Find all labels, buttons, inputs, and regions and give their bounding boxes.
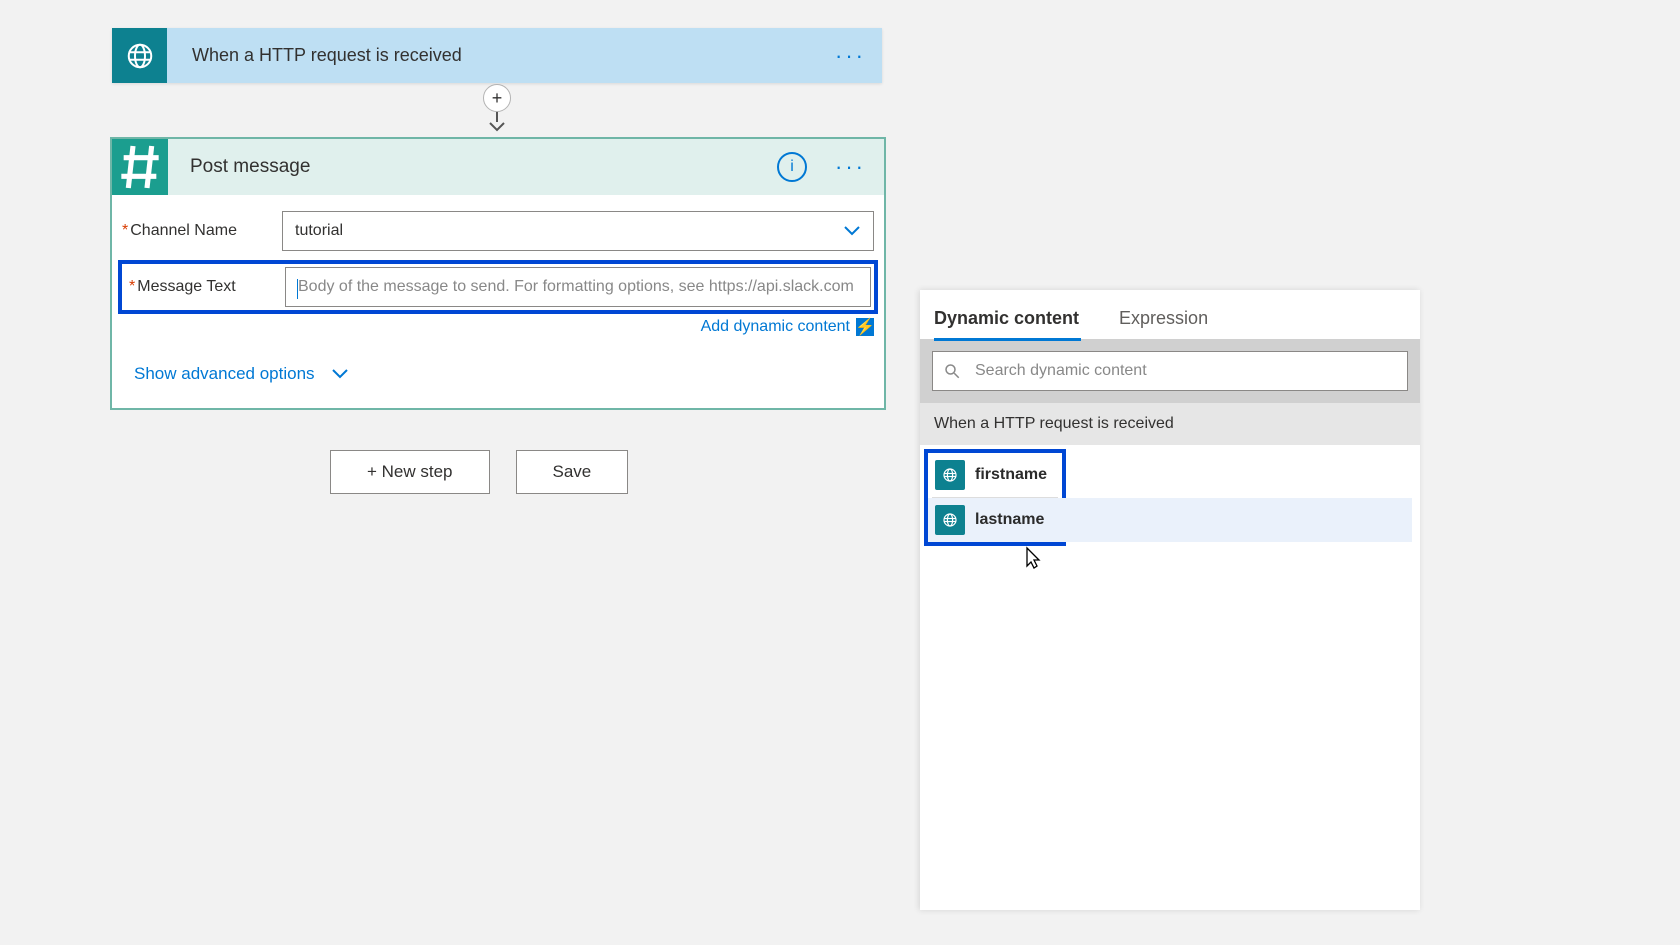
- dc-group-header: When a HTTP request is received: [920, 403, 1420, 445]
- chevron-down-icon: [843, 225, 861, 237]
- channel-name-select[interactable]: tutorial: [282, 211, 874, 251]
- dynamic-content-panel: Dynamic content Expression Search dynami…: [920, 290, 1420, 910]
- add-step-connector[interactable]: +: [481, 84, 513, 134]
- mouse-cursor-icon: [1020, 546, 1046, 572]
- tab-expression[interactable]: Expression: [1119, 302, 1216, 339]
- new-step-button[interactable]: + New step: [330, 450, 490, 494]
- add-dynamic-content-link[interactable]: Add dynamic content ⚡: [112, 314, 884, 336]
- message-text-label: *Message Text: [129, 278, 285, 296]
- channel-name-value: tutorial: [295, 222, 343, 240]
- message-text-placeholder: Body of the message to send. For formatt…: [298, 278, 854, 296]
- chevron-down-icon: [331, 368, 349, 380]
- text-cursor: [297, 279, 298, 299]
- info-icon[interactable]: i: [777, 152, 807, 182]
- button-bar: + New step Save: [330, 450, 628, 494]
- lightning-icon: ⚡: [856, 318, 874, 336]
- dc-item-firstname[interactable]: firstname: [928, 453, 1062, 497]
- tab-dynamic-content[interactable]: Dynamic content: [934, 302, 1087, 339]
- message-text-input[interactable]: Body of the message to send. For formatt…: [285, 267, 871, 307]
- arrow-down-icon: [489, 122, 505, 132]
- row-message-text-highlight: *Message Text Body of the message to sen…: [118, 260, 878, 314]
- dc-search-placeholder: Search dynamic content: [975, 362, 1147, 380]
- http-trigger-icon: [112, 28, 167, 83]
- dc-tabs: Dynamic content Expression: [920, 290, 1420, 339]
- action-header[interactable]: Post message i ···: [112, 139, 884, 195]
- trigger-title: When a HTTP request is received: [192, 45, 835, 66]
- action-card: Post message i ··· *Channel Name tutoria…: [110, 137, 886, 410]
- dc-item-lastname[interactable]: lastname: [928, 498, 1062, 542]
- dc-search-input[interactable]: Search dynamic content: [932, 351, 1408, 391]
- search-icon: [943, 362, 961, 380]
- action-menu-icon[interactable]: ···: [835, 154, 866, 180]
- show-advanced-options[interactable]: Show advanced options: [112, 336, 884, 408]
- action-title: Post message: [190, 156, 777, 178]
- dc-item-label: lastname: [975, 511, 1044, 529]
- connector-line: [496, 112, 498, 122]
- trigger-card[interactable]: When a HTTP request is received ···: [112, 28, 882, 83]
- trigger-menu-icon[interactable]: ···: [835, 43, 866, 69]
- http-chip-icon: [935, 460, 965, 490]
- row-channel-name: *Channel Name tutorial: [112, 208, 884, 254]
- plus-icon[interactable]: +: [483, 84, 511, 112]
- dc-search-wrap: Search dynamic content: [920, 339, 1420, 403]
- save-button[interactable]: Save: [516, 450, 629, 494]
- dc-item-label: firstname: [975, 466, 1047, 484]
- slack-hash-icon: [112, 139, 168, 195]
- channel-name-label: *Channel Name: [122, 222, 282, 240]
- dc-items-highlight: firstname lastname: [924, 449, 1066, 546]
- http-chip-icon: [935, 505, 965, 535]
